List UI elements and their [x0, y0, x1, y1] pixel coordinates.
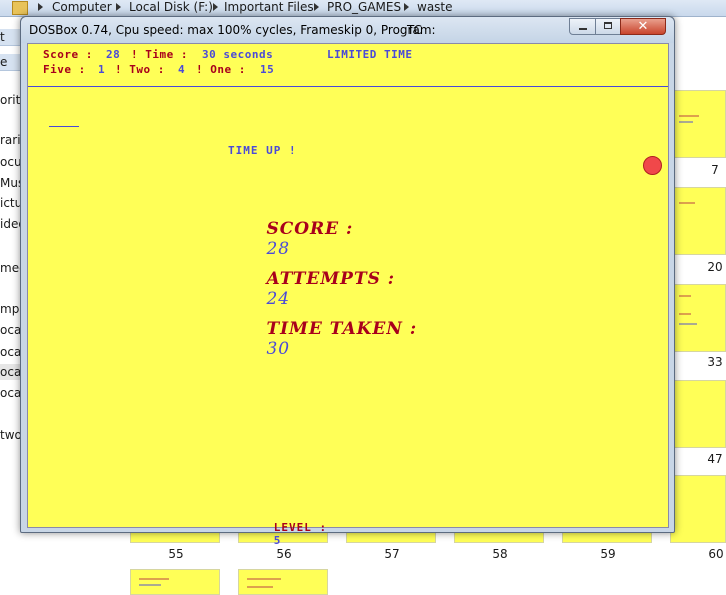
nav-item-local-disk[interactable]: ocal [0, 322, 22, 338]
file-name[interactable]: 60 [696, 547, 726, 561]
explorer-address-bar[interactable]: Computer Local Disk (F:) Important Files… [0, 0, 726, 17]
breadcrumb-arrow-icon[interactable] [404, 3, 409, 11]
window-title: DOSBox 0.74, Cpu speed: max 100% cycles,… [29, 23, 436, 37]
file-thumbnail[interactable] [670, 475, 726, 543]
breadcrumb-arrow-icon[interactable] [38, 3, 43, 11]
paddle [49, 126, 79, 127]
nav-item[interactable]: e [0, 54, 22, 71]
file-thumbnail[interactable] [670, 380, 726, 448]
hud-score-value: 28 [106, 48, 121, 61]
hud-one-value: 15 [260, 63, 275, 76]
nav-item-local-disk[interactable]: ocal [0, 385, 22, 401]
nav-item-documents[interactable]: ocu [0, 154, 22, 170]
minimize-icon [579, 28, 587, 30]
time-up-message: TIME UP ! [228, 144, 297, 157]
ball [643, 156, 662, 175]
hud-two-value: 4 [178, 63, 186, 76]
level-value: 5 [273, 534, 282, 547]
hud-five-label: Five : [43, 63, 86, 76]
maximize-icon [604, 22, 612, 29]
breadcrumb-arrow-icon[interactable] [116, 3, 121, 11]
level-label: LEVEL : [273, 521, 328, 534]
hud-divider [28, 86, 668, 87]
breadcrumb-arrow-icon[interactable] [213, 3, 218, 11]
nav-item-music[interactable]: Musi [0, 175, 22, 191]
breadcrumb-pro-games[interactable]: PRO_GAMES [327, 0, 401, 15]
nav-item-pictures[interactable]: ictu [0, 195, 22, 211]
hud-two-label: ! Two : [115, 63, 165, 76]
file-thumbnail[interactable] [130, 569, 220, 595]
nav-item-libraries[interactable]: rarie [0, 132, 22, 148]
result-time-taken: TIME TAKEN : 30 [228, 299, 417, 379]
result-score-label: SCORE : [266, 219, 354, 239]
nav-item-local-disk[interactable]: ocal [0, 344, 22, 360]
minimize-button[interactable] [569, 18, 596, 35]
result-attempts-label: ATTEMPTS : [266, 269, 396, 289]
hud-mode: LIMITED TIME [327, 48, 413, 61]
file-thumbnail[interactable] [670, 284, 726, 352]
close-button[interactable]: ✕ [620, 18, 666, 35]
file-name[interactable]: 59 [588, 547, 628, 561]
nav-item-homegroup[interactable]: meg [0, 260, 22, 276]
file-name[interactable]: 58 [480, 547, 520, 561]
breadcrumb-computer[interactable]: Computer [52, 0, 112, 15]
file-thumbnail[interactable] [238, 569, 328, 595]
level-indicator: LEVEL : 5 [228, 508, 327, 560]
nav-item-videos[interactable]: ideo [0, 216, 22, 232]
file-name[interactable]: 7 [695, 163, 726, 177]
file-name[interactable]: 55 [156, 547, 196, 561]
breadcrumb-arrow-icon[interactable] [314, 3, 319, 11]
nav-item-computer[interactable]: mpu [0, 301, 22, 317]
result-time-taken-value: 30 [266, 339, 291, 359]
hud-one-label: ! One : [196, 63, 246, 76]
file-name[interactable]: 57 [372, 547, 412, 561]
file-name[interactable]: 33 [695, 355, 726, 369]
nav-item-favorites[interactable]: orite [0, 92, 22, 108]
result-time-taken-label: TIME TAKEN : [266, 319, 418, 339]
dosbox-window[interactable]: DOSBox 0.74, Cpu speed: max 100% cycles,… [20, 16, 675, 547]
navigation-pane: t e orite rarie ocu Musi ictu ideo meg m… [0, 17, 22, 595]
file-thumbnail[interactable] [670, 187, 726, 255]
file-name[interactable]: 47 [695, 452, 726, 466]
hud-time-label: ! Time : [131, 48, 188, 61]
hud-five-value: 1 [98, 63, 106, 76]
close-icon: ✕ [637, 19, 649, 34]
nav-item-local-disk[interactable]: ocal [0, 364, 22, 380]
game-screen[interactable]: Score : 28 ! Time : 30 seconds LIMITED T… [27, 43, 669, 547]
hud-time-value: 30 seconds [202, 48, 274, 61]
folder-icon [12, 1, 28, 15]
file-thumbnail[interactable] [670, 90, 726, 158]
file-name[interactable]: 20 [695, 260, 726, 274]
window-program: TC [407, 23, 423, 37]
title-bar[interactable]: DOSBox 0.74, Cpu speed: max 100% cycles,… [21, 17, 674, 43]
nav-item-network[interactable]: two [0, 427, 22, 443]
maximize-button[interactable] [595, 18, 621, 35]
breadcrumb-waste[interactable]: waste [417, 0, 453, 15]
breadcrumb-local-disk[interactable]: Local Disk (F:) [129, 0, 213, 15]
hud-score-label: Score : [43, 48, 93, 61]
nav-item[interactable]: t [0, 29, 22, 46]
breadcrumb-important-files[interactable]: Important Files [224, 0, 314, 15]
